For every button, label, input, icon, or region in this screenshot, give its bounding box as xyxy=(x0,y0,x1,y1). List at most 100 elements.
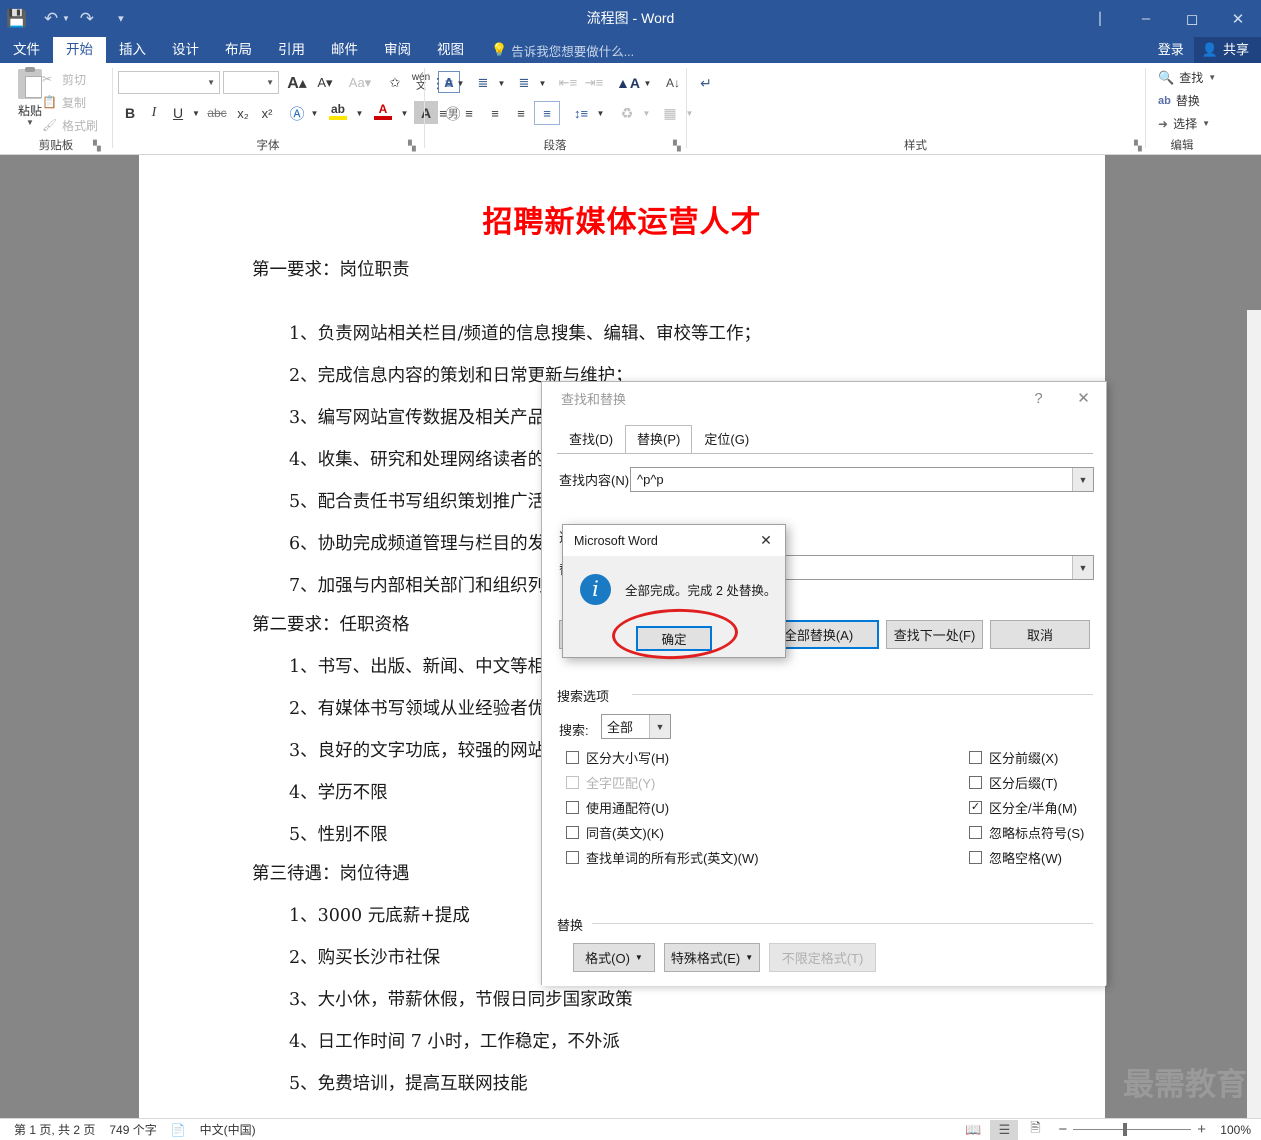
checkbox-match-case[interactable]: 区分大小写(H) xyxy=(566,748,669,767)
underline-dropdown-icon[interactable]: ▼ xyxy=(189,101,203,125)
tab-references[interactable]: 引用 xyxy=(265,37,318,63)
decrease-indent-icon[interactable]: ⇤≡ xyxy=(555,71,581,95)
paragraph-dialog-launcher-icon[interactable]: ▚ xyxy=(673,141,681,152)
borders-icon[interactable]: ▦ xyxy=(657,101,683,125)
copy-button[interactable]: 📋 复制 xyxy=(42,94,86,111)
print-layout-icon[interactable]: ☰ xyxy=(990,1119,1019,1140)
font-name-input[interactable]: ▼ xyxy=(118,71,220,94)
ok-button[interactable]: 确定 xyxy=(636,626,712,651)
language-indicator[interactable]: 中文(中国) xyxy=(200,1121,256,1138)
bullet-list-dropdown-icon[interactable]: ▼ xyxy=(454,71,467,95)
multilevel-list-icon[interactable]: ≣ xyxy=(512,71,536,95)
bullet-list-icon[interactable]: ⋮≡ xyxy=(430,71,454,95)
tab-replace[interactable]: 替换(P) xyxy=(625,425,693,453)
find-button[interactable]: 🔍 查找 ▼ xyxy=(1158,69,1216,86)
tell-me-box[interactable]: 💡 告诉我您想要做什么... xyxy=(491,37,634,63)
justify-icon[interactable]: ≡ xyxy=(508,101,534,125)
subscript-icon[interactable]: x₂ xyxy=(231,101,255,125)
distribute-icon[interactable]: ≡ xyxy=(534,101,560,125)
bold-icon[interactable]: B xyxy=(118,101,142,125)
proofing-icon[interactable]: 📄 xyxy=(171,1123,186,1137)
word-count[interactable]: 749 个字 xyxy=(109,1121,156,1138)
checkbox-ignore-punctuation[interactable]: 忽略标点符号(S) xyxy=(969,823,1084,842)
checkbox-sounds-like[interactable]: 同音(英文)(K) xyxy=(566,823,664,842)
sign-in-button[interactable]: 登录 xyxy=(1148,37,1194,63)
multilevel-list-dropdown-icon[interactable]: ▼ xyxy=(536,71,549,95)
checkbox-match-halfwidth[interactable]: ✓ 区分全/半角(M) xyxy=(969,798,1077,817)
select-dropdown-icon[interactable]: ▼ xyxy=(1202,119,1210,128)
checkbox-match-suffix[interactable]: 区分后缀(T) xyxy=(969,773,1058,792)
close-icon[interactable]: ✕ xyxy=(1215,0,1261,37)
highlight-dropdown-icon[interactable]: ▼ xyxy=(353,101,366,125)
tab-goto[interactable]: 定位(G) xyxy=(692,425,761,453)
tab-mailings[interactable]: 邮件 xyxy=(318,37,371,63)
clipboard-dialog-launcher-icon[interactable]: ▚ xyxy=(93,141,101,152)
sort-icon[interactable]: ▲A xyxy=(615,71,641,95)
vertical-scrollbar[interactable] xyxy=(1247,310,1261,1140)
increase-indent-icon[interactable]: ⇥≡ xyxy=(581,71,607,95)
strikethrough-icon[interactable]: abc xyxy=(204,101,230,125)
text-effects-dropdown-icon[interactable]: ▼ xyxy=(308,101,321,125)
sort-az-icon[interactable]: A↓ xyxy=(660,71,686,95)
font-size-dropdown-icon[interactable]: ▼ xyxy=(266,78,274,87)
zoom-slider[interactable]: − + xyxy=(1058,1121,1206,1138)
tab-layout[interactable]: 布局 xyxy=(212,37,265,63)
format-button[interactable]: 格式(O) ▼ xyxy=(573,943,655,972)
font-size-input[interactable]: ▼ xyxy=(223,71,279,94)
find-what-input[interactable]: ^p^p ▼ xyxy=(630,467,1094,492)
highlight-color-icon[interactable]: ab xyxy=(325,99,351,123)
shading-icon[interactable]: ♻ xyxy=(614,101,640,125)
special-format-button[interactable]: 特殊格式(E) ▼ xyxy=(664,943,760,972)
sort-dropdown-icon[interactable]: ▼ xyxy=(641,71,654,95)
text-effects-icon[interactable]: Ⓐ xyxy=(285,101,309,125)
tab-view[interactable]: 视图 xyxy=(424,37,477,63)
change-case-icon[interactable]: Aa▾ xyxy=(343,71,377,94)
zoom-in-icon[interactable]: + xyxy=(1197,1121,1206,1138)
zoom-track[interactable] xyxy=(1073,1123,1192,1136)
font-color-icon[interactable]: A xyxy=(370,99,396,123)
page-indicator[interactable]: 第 1 页, 共 2 页 xyxy=(14,1121,95,1138)
tab-insert[interactable]: 插入 xyxy=(106,37,159,63)
checkbox-match-prefix[interactable]: 区分前缀(X) xyxy=(969,748,1058,767)
line-spacing-icon[interactable]: ↕≡ xyxy=(568,101,594,125)
web-layout-icon[interactable]: 🖹 xyxy=(1021,1120,1049,1140)
replace-with-dropdown-icon[interactable]: ▼ xyxy=(1072,556,1093,579)
zoom-thumb[interactable] xyxy=(1123,1123,1128,1136)
clear-formatting-icon[interactable]: ✩ xyxy=(383,71,407,94)
increase-font-size-icon[interactable]: A▴ xyxy=(285,71,309,94)
numbered-list-icon[interactable]: ≣ xyxy=(471,71,495,95)
format-painter-button[interactable]: 🖌 格式刷 xyxy=(42,117,98,134)
tab-design[interactable]: 设计 xyxy=(159,37,212,63)
tab-home[interactable]: 开始 xyxy=(53,37,106,63)
checkbox-all-word-forms[interactable]: 查找单词的所有形式(英文)(W) xyxy=(566,848,759,867)
replace-button[interactable]: ab 替换 xyxy=(1158,92,1200,109)
align-right-icon[interactable]: ≡ xyxy=(482,101,508,125)
cancel-button[interactable]: 取消 xyxy=(990,620,1090,649)
checkbox-ignore-whitespace[interactable]: 忽略空格(W) xyxy=(969,848,1062,867)
line-spacing-dropdown-icon[interactable]: ▼ xyxy=(594,101,607,125)
align-center-icon[interactable]: ≡ xyxy=(456,101,482,125)
shading-dropdown-icon[interactable]: ▼ xyxy=(640,101,653,125)
align-left-icon[interactable]: ≡ xyxy=(430,101,456,125)
help-icon[interactable]: ? xyxy=(1016,382,1061,414)
font-name-dropdown-icon[interactable]: ▼ xyxy=(207,78,215,87)
numbered-list-dropdown-icon[interactable]: ▼ xyxy=(495,71,508,95)
italic-icon[interactable]: I xyxy=(142,101,166,125)
share-button[interactable]: 👤 共享 xyxy=(1193,37,1261,63)
tab-find[interactable]: 查找(D) xyxy=(557,425,625,453)
search-scope-dropdown-icon[interactable]: ▼ xyxy=(649,715,670,738)
ribbon-display-options-icon[interactable]: ⎮ xyxy=(1077,0,1123,37)
tab-file[interactable]: 文件 xyxy=(0,37,53,63)
find-next-button[interactable]: 查找下一处(F) xyxy=(886,620,983,649)
zoom-level[interactable]: 100% xyxy=(1209,1123,1251,1137)
superscript-icon[interactable]: x² xyxy=(255,101,279,125)
message-close-icon[interactable]: ✕ xyxy=(747,525,785,556)
dialog-close-icon[interactable]: ✕ xyxy=(1061,382,1106,414)
find-dropdown-icon[interactable]: ▼ xyxy=(1208,73,1216,82)
underline-icon[interactable]: U xyxy=(166,101,190,125)
read-mode-icon[interactable]: 📖 xyxy=(959,1120,987,1140)
select-button[interactable]: ➜ 选择 ▼ xyxy=(1158,115,1210,132)
minimize-icon[interactable]: – xyxy=(1123,0,1169,37)
find-what-dropdown-icon[interactable]: ▼ xyxy=(1072,468,1093,491)
font-dialog-launcher-icon[interactable]: ▚ xyxy=(408,141,416,152)
